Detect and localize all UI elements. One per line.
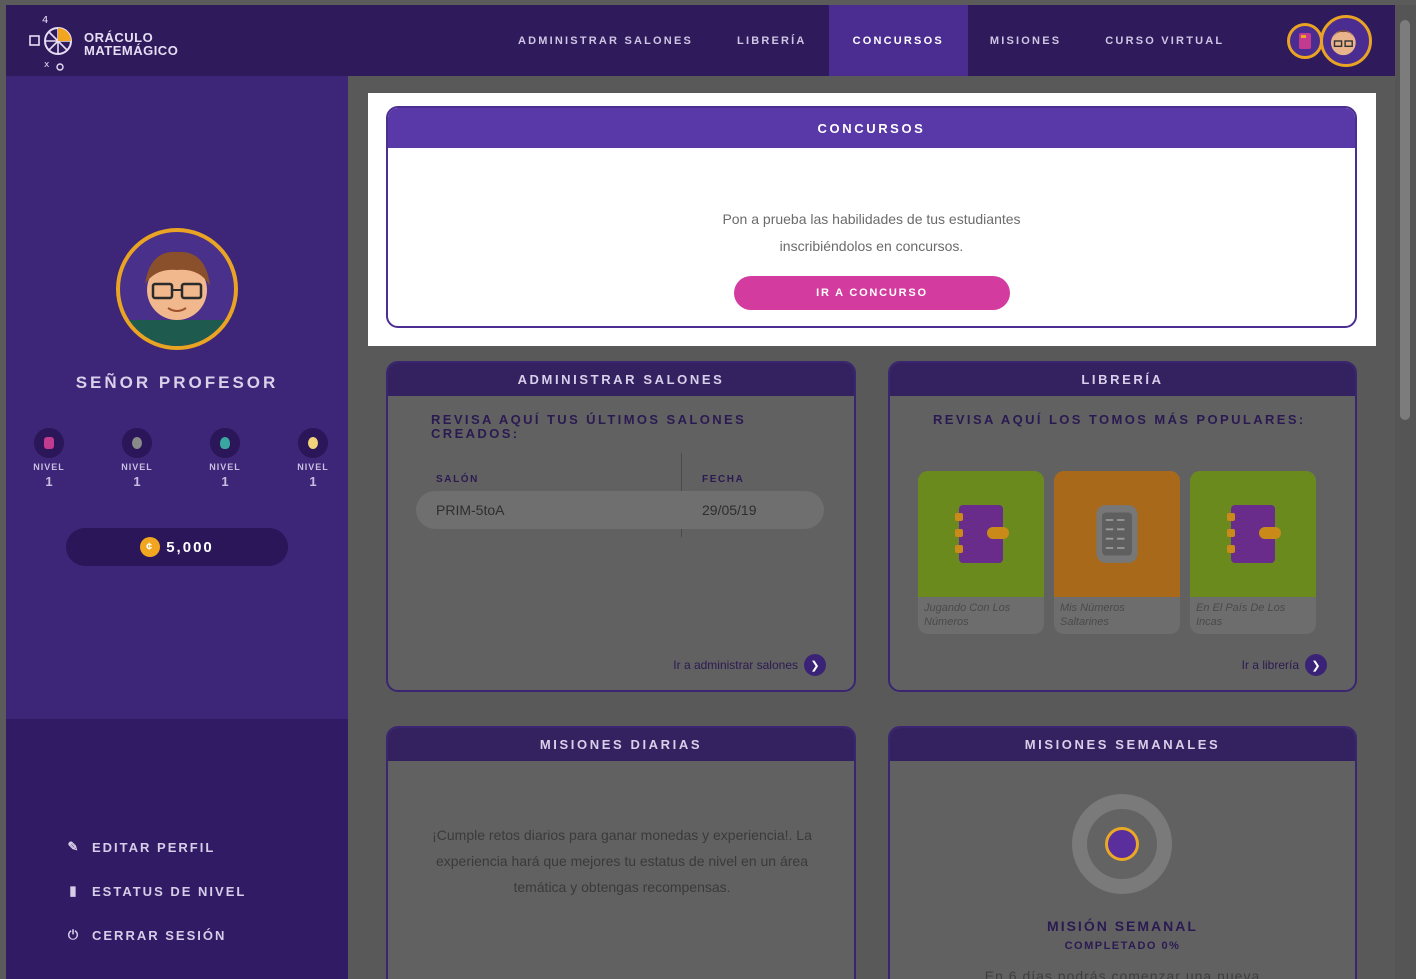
mision-progress: COMPLETADO 0% (1064, 940, 1181, 952)
book-card[interactable]: Mis Números Saltarines (1054, 471, 1180, 634)
column-header-salon: SALÓN (436, 473, 479, 485)
power-icon: ⏻ (67, 927, 81, 942)
coin-balance: ¢ 5,000 (66, 528, 288, 566)
card-subtitle: REVISA AQUÍ LOS TOMOS MÁS POPULARES: (933, 412, 1306, 427)
brand-name: ORÁCULO MATEMÁGICO (84, 30, 179, 58)
misiones-semanales-card: MISIONES SEMANALES MISIÓN SEMANAL COMPLE… (888, 726, 1357, 979)
fecha-cell: 29/05/19 (702, 502, 757, 518)
sidebar-footer: ✎ EDITAR PERFIL ▮ ESTATUS DE NIVEL ⏻ CER… (6, 719, 348, 979)
nav-curso-virtual[interactable]: CURSO VIRTUAL (1083, 5, 1246, 76)
progress-ring (1072, 794, 1172, 894)
book-cover-icon (918, 471, 1044, 597)
concursos-card: CONCURSOS Pon a prueba las habilidades d… (386, 106, 1357, 328)
misiones-diarias-text: ¡Cumple retos diarios para ganar monedas… (432, 827, 812, 895)
chevron-right-icon: ❯ (804, 654, 826, 676)
level-status-link[interactable]: ▮ ESTATUS DE NIVEL (66, 883, 246, 899)
ir-administrar-salones-link[interactable]: Ir a administrar salones ❯ (673, 654, 826, 676)
nav-libreria[interactable]: LIBRERÍA (715, 5, 829, 76)
concursos-description: Pon a prueba las habilidades de tus estu… (722, 211, 1021, 254)
column-header-fecha: FECHA (702, 473, 745, 485)
svg-text:4: 4 (42, 15, 48, 26)
book-card[interactable]: Jugando Con Los Números (918, 471, 1044, 634)
chevron-right-icon: ❯ (1305, 654, 1327, 676)
logo-icon: 4 x (29, 15, 72, 71)
level-item[interactable]: NIVEL 1 (26, 428, 72, 489)
level-item[interactable]: NIVEL 1 (202, 428, 248, 489)
nav-concursos[interactable]: CONCURSOS (828, 5, 968, 76)
level-item[interactable]: NIVEL 1 (114, 428, 160, 489)
salones-card: ADMINISTRAR SALONES REVISA AQUÍ TUS ÚLTI… (386, 361, 856, 692)
card-title: LIBRERÍA (890, 363, 1355, 396)
logout-link[interactable]: ⏻ CERRAR SESIÓN (66, 927, 226, 943)
bulb-level-icon (298, 428, 328, 458)
svg-text:x: x (44, 60, 50, 70)
book-level-icon (34, 428, 64, 458)
card-title: MISIONES SEMANALES (890, 728, 1355, 761)
crystal-level-icon (210, 428, 240, 458)
book-title: En El País De Los Incas (1196, 602, 1286, 628)
table-row[interactable]: PRIM-5toA 29/05/19 (416, 491, 824, 529)
ir-a-concurso-button[interactable]: IR A CONCURSO (734, 276, 1010, 310)
main-nav: ADMINISTRAR SALONES LIBRERÍA CONCURSOS M… (496, 5, 1246, 76)
card-title: MISIONES DIARIAS (388, 728, 854, 761)
profile-avatar[interactable] (116, 228, 238, 350)
book-card[interactable]: En El País De Los Incas (1190, 471, 1316, 634)
salon-cell: PRIM-5toA (436, 502, 505, 518)
brand-logo[interactable]: 4 x ORÁCULO MATEMÁGICO (24, 11, 194, 71)
misiones-diarias-card: MISIONES DIARIAS ¡Cumple retos diarios p… (386, 726, 856, 979)
libreria-card: LIBRERÍA REVISA AQUÍ LOS TOMOS MÁS POPUL… (888, 361, 1357, 692)
sidebar: SEÑOR PROFESOR NIVEL 1 NIVEL 1 NIVEL 1 N… (6, 76, 348, 979)
coin-icon: ¢ (140, 537, 161, 557)
profile-name: SEÑOR PROFESOR (75, 373, 279, 392)
coin-value: 5,000 (166, 538, 214, 556)
level-item[interactable]: NIVEL 1 (290, 428, 336, 489)
mision-next-text: En 6 días podrás comenzar una nueva (984, 968, 1261, 979)
stone-level-icon (122, 428, 152, 458)
book-title: Jugando Con Los Números (924, 602, 1011, 628)
scrollbar-thumb[interactable] (1400, 20, 1410, 420)
level-list: NIVEL 1 NIVEL 1 NIVEL 1 NIVEL 1 (26, 428, 336, 489)
book-badge-icon[interactable] (1287, 23, 1323, 59)
book-cover-icon (1190, 471, 1316, 597)
mission-badge-icon (1105, 827, 1139, 861)
user-avatar[interactable] (1320, 15, 1372, 67)
pencil-icon: ✎ (67, 839, 81, 854)
bar-chart-icon: ▮ (69, 883, 79, 898)
top-navbar: 4 x ORÁCULO MATEMÁGICO ADMINISTRAR SALON… (6, 5, 1395, 76)
nav-administrar-salones[interactable]: ADMINISTRAR SALONES (496, 5, 715, 76)
card-title: CONCURSOS (388, 108, 1355, 148)
edit-profile-link[interactable]: ✎ EDITAR PERFIL (66, 839, 215, 855)
mision-semanal-title: MISIÓN SEMANAL (1047, 918, 1198, 934)
nav-misiones[interactable]: MISIONES (968, 5, 1083, 76)
ir-libreria-link[interactable]: Ir a librería ❯ (1242, 654, 1327, 676)
book-title: Mis Números Saltarines (1060, 602, 1125, 628)
card-subtitle: REVISA AQUÍ TUS ÚLTIMOS SALONES CREADOS: (431, 412, 747, 441)
stone-tablet-icon (1054, 471, 1180, 597)
card-title: ADMINISTRAR SALONES (388, 363, 854, 396)
